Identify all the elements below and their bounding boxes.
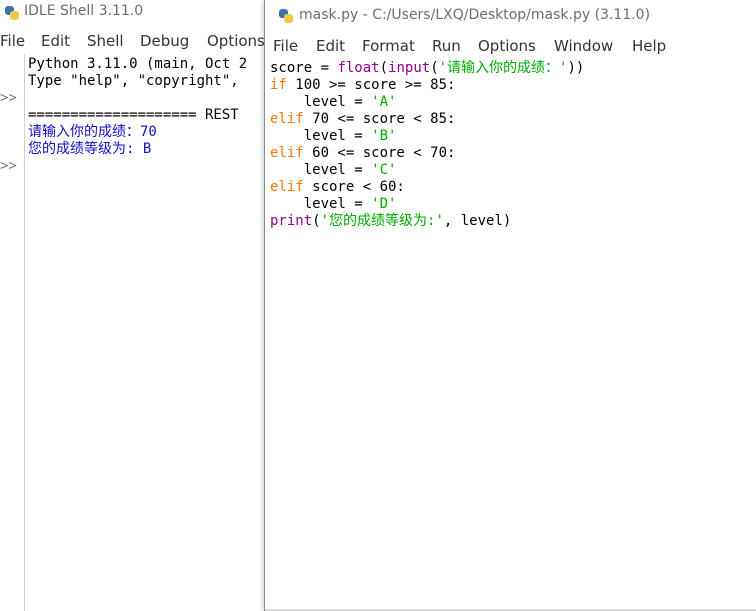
code-token: 'B' — [371, 128, 397, 144]
shell-menu-options[interactable]: Options — [207, 32, 265, 50]
code-editor-area[interactable]: score = float(input('请输入你的成绩：')) if 100 >… — [270, 60, 754, 608]
code-line: elif score < 60: — [270, 179, 754, 196]
shell-line: 请输入你的成绩：70 — [28, 124, 157, 140]
code-token: ( — [379, 60, 389, 76]
shell-line: ==================== REST — [28, 107, 239, 123]
code-token: level = — [270, 196, 372, 212]
code-token: elif — [270, 111, 304, 127]
code-token: '您的成绩等级为:' — [320, 213, 444, 229]
code-line: if 100 >= score >= 85: — [270, 77, 754, 94]
code-token: 70 <= score < 85: — [303, 111, 456, 127]
shell-prompt-2: >> — [0, 158, 17, 174]
editor-menu-format[interactable]: Format — [362, 37, 415, 55]
editor-menu-file[interactable]: File — [273, 37, 298, 55]
code-token: 100 >= score >= 85: — [286, 77, 456, 93]
code-token: input — [388, 60, 431, 76]
code-token: '请输入你的成绩：' — [438, 60, 568, 76]
code-line: print('您的成绩等级为:', level) — [270, 213, 754, 230]
code-token: 'A' — [371, 94, 397, 110]
editor-menu-edit[interactable]: Edit — [316, 37, 345, 55]
shell-menu-file[interactable]: File — [0, 32, 25, 50]
code-line: score = float(input('请输入你的成绩：')) — [270, 60, 754, 77]
shell-output-area[interactable]: Python 3.11.0 (main, Oct 2 Type "help", "… — [28, 56, 264, 611]
shell-line: 您的成绩等级为: B — [28, 141, 152, 157]
code-token: ( — [312, 213, 321, 229]
code-token: level = — [270, 162, 372, 178]
shell-window-title: IDLE Shell 3.11.0 — [24, 3, 144, 19]
code-token: print — [270, 213, 313, 229]
shell-menu-shell[interactable]: Shell — [87, 32, 124, 50]
shell-line: Python 3.11.0 (main, Oct 2 — [28, 56, 248, 72]
python-file-icon — [278, 8, 294, 24]
code-token: float — [337, 60, 380, 76]
shell-line: Type "help", "copyright", — [28, 73, 239, 89]
shell-menu-edit[interactable]: Edit — [41, 32, 70, 50]
code-token: 60 <= score < 70: — [303, 145, 456, 161]
code-token: score < 60: — [303, 179, 405, 195]
editor-menu-options[interactable]: Options — [478, 37, 536, 55]
code-token: level = — [270, 128, 372, 144]
code-token: 'C' — [371, 162, 397, 178]
shell-prompt-gutter: >> >> — [0, 54, 25, 611]
editor-menu-help[interactable]: Help — [632, 37, 666, 55]
editor-window: mask.py - C:/Users/LXQ/Desktop/mask.py (… — [264, 0, 756, 611]
editor-window-title: mask.py - C:/Users/LXQ/Desktop/mask.py (… — [299, 7, 651, 23]
code-line: level = 'A' — [270, 94, 754, 111]
shell-prompt-1: >> — [0, 90, 17, 106]
shell-menu-debug[interactable]: Debug — [140, 32, 189, 50]
code-line: level = 'D' — [270, 196, 754, 213]
code-token: score = — [270, 60, 338, 76]
code-token: ( — [430, 60, 439, 76]
editor-menu-run[interactable]: Run — [432, 37, 461, 55]
code-token: level = — [270, 94, 372, 110]
code-line: elif 70 <= score < 85: — [270, 111, 754, 128]
code-token: , level) — [443, 213, 512, 229]
code-line: level = 'C' — [270, 162, 754, 179]
code-token: )) — [567, 60, 585, 76]
code-token: if — [270, 77, 287, 93]
code-line: elif 60 <= score < 70: — [270, 145, 754, 162]
editor-menu-window[interactable]: Window — [554, 37, 613, 55]
code-line: level = 'B' — [270, 128, 754, 145]
shell-menu-bar: File Edit Shell Debug Options — [0, 30, 265, 52]
code-token: elif — [270, 179, 304, 195]
editor-title-bar[interactable]: mask.py - C:/Users/LXQ/Desktop/mask.py (… — [265, 0, 756, 32]
editor-menu-bar: File Edit Format Run Options Window Help — [265, 34, 756, 58]
python-icon — [4, 5, 20, 21]
code-token: elif — [270, 145, 304, 161]
code-token: 'D' — [371, 196, 397, 212]
